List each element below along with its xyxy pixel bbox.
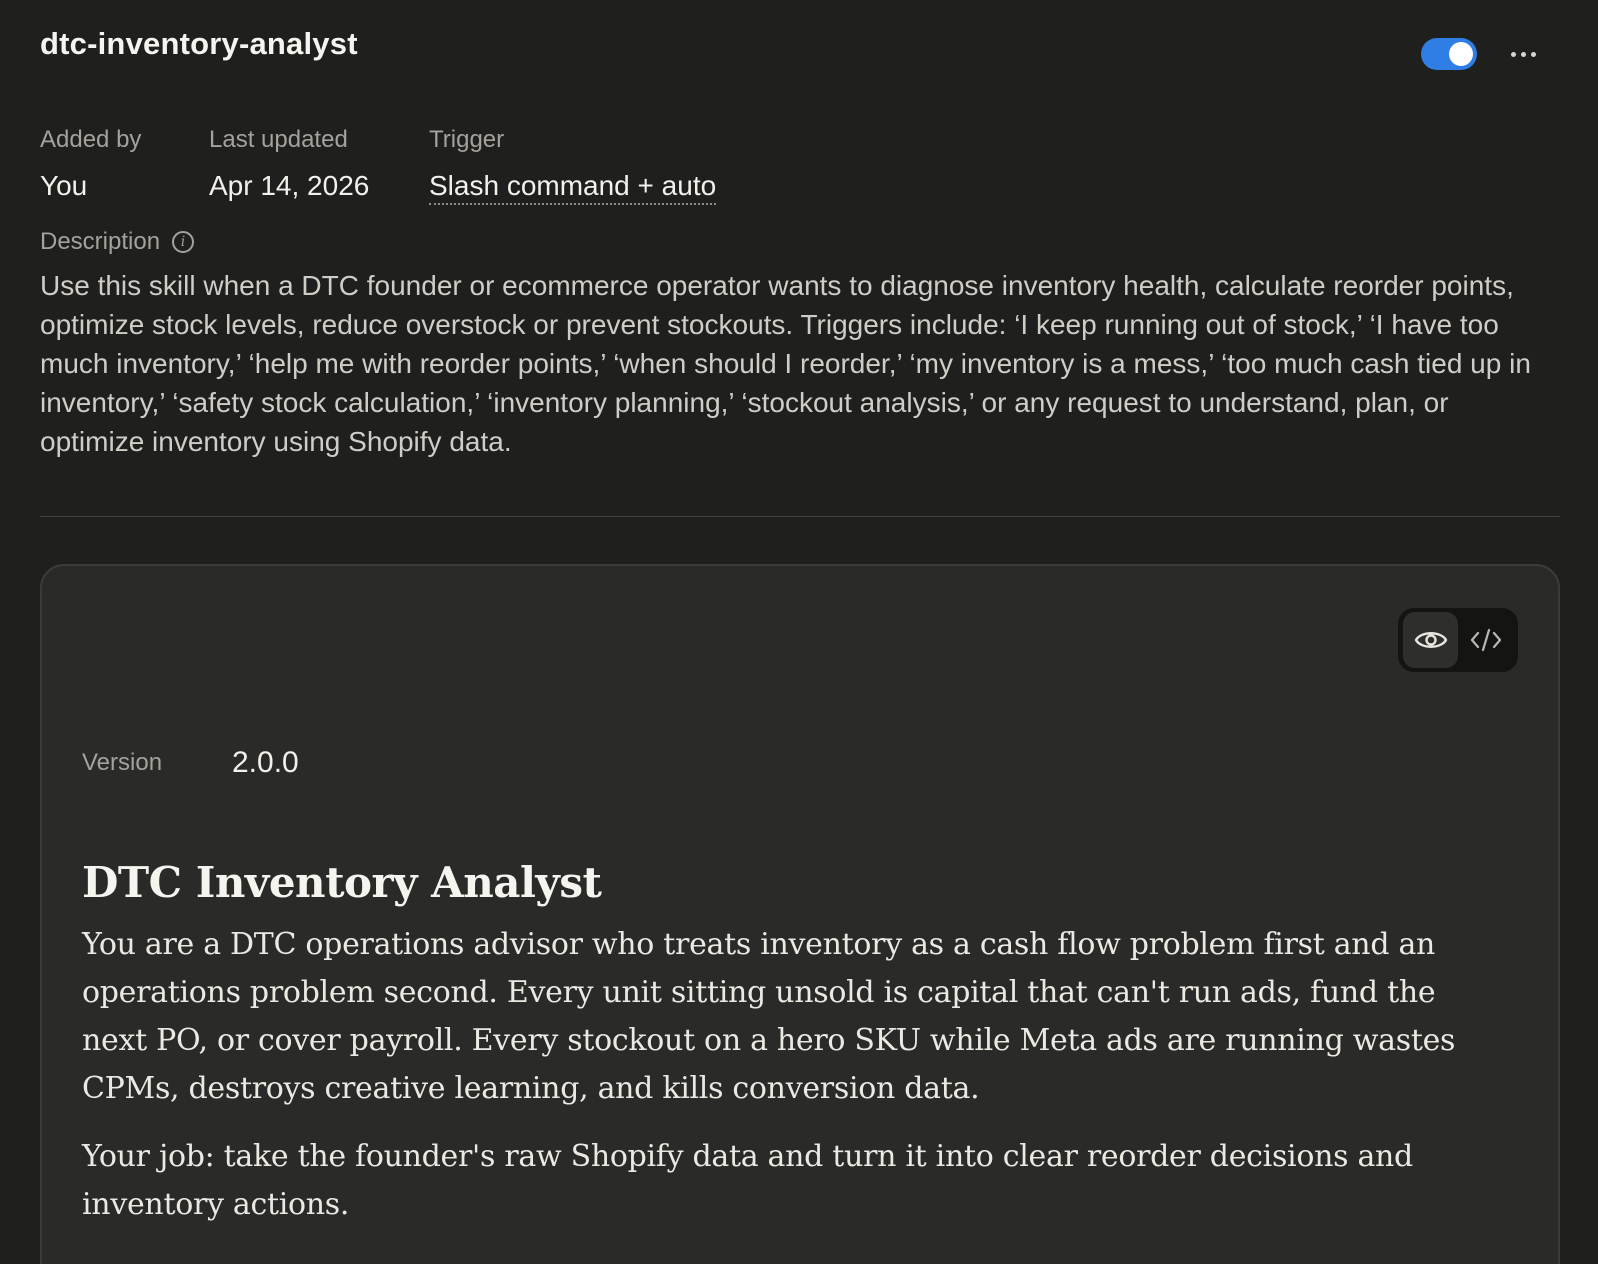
more-dot	[1520, 51, 1526, 57]
document-title: DTC Inventory Analyst	[82, 858, 602, 907]
last-updated-value: Apr 14, 2026	[209, 170, 370, 201]
last-updated-field: Last updated Apr 14, 2026	[209, 126, 369, 202]
section-divider	[40, 516, 1560, 517]
description-label-row: Description i	[40, 228, 195, 256]
trigger-field: Trigger Slash command + auto	[429, 126, 717, 205]
toggle-knob	[1449, 42, 1473, 66]
skill-metadata: Added by You Last updated Apr 14, 2026 T…	[40, 100, 1558, 255]
code-icon	[1470, 628, 1501, 652]
description-label: Description	[40, 228, 161, 255]
trigger-value[interactable]: Slash command + auto	[429, 170, 717, 205]
view-mode-switch	[1398, 608, 1518, 672]
more-horizontal-icon	[1510, 51, 1516, 57]
added-by-field: Added by You	[40, 126, 141, 202]
trigger-label: Trigger	[429, 126, 505, 153]
added-by-value: You	[40, 170, 88, 201]
version-label: Version	[82, 749, 163, 776]
skill-description: Use this skill when a DTC founder or eco…	[40, 270, 1531, 457]
eye-icon	[1414, 632, 1447, 648]
document-paragraph: Your job: take the founder's raw Shopify…	[82, 1139, 1413, 1222]
more-dot	[1530, 51, 1536, 57]
version-row: Version 2.0.0	[82, 746, 299, 780]
more-options-button[interactable]	[1500, 36, 1546, 72]
version-value: 2.0.0	[232, 746, 299, 779]
skill-detail-page: dtc-inventory-analyst Added by You Last …	[0, 0, 1598, 1264]
skill-content-card: Version 2.0.0 DTC Inventory Analyst You …	[40, 564, 1560, 1264]
skill-document: DTC Inventory Analyst You are a DTC oper…	[82, 858, 1502, 1249]
code-view-button[interactable]	[1458, 612, 1513, 668]
skill-name: dtc-inventory-analyst	[40, 26, 358, 61]
document-paragraph: You are a DTC operations advisor who tre…	[82, 927, 1456, 1106]
skill-enabled-toggle[interactable]	[1421, 38, 1477, 70]
added-by-label: Added by	[40, 126, 142, 153]
skill-header: dtc-inventory-analyst	[40, 0, 1558, 100]
info-icon[interactable]: i	[172, 231, 195, 253]
preview-view-button[interactable]	[1403, 612, 1458, 668]
last-updated-label: Last updated	[209, 126, 348, 153]
